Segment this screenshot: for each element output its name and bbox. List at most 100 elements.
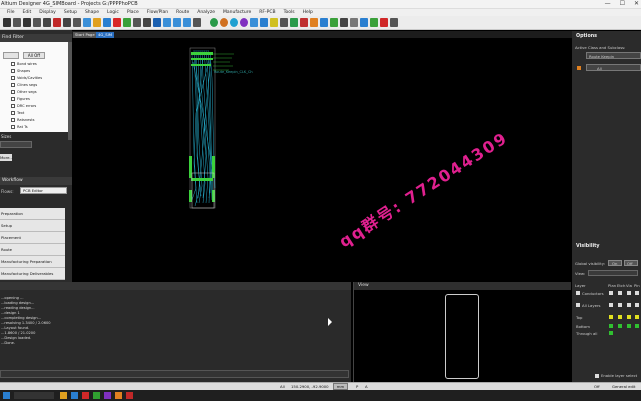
visibility-on-button[interactable]: On [608,260,622,266]
menu-manufacture[interactable]: Manufacture [223,9,251,16]
add-connect-icon[interactable] [83,18,91,27]
text-icon[interactable] [133,18,141,27]
new-icon[interactable] [3,18,11,27]
visibility-off-button[interactable]: Off [624,260,638,266]
checkbox-icon[interactable] [595,374,599,378]
layer-icon[interactable] [153,18,161,27]
workflow-step[interactable]: Placement [0,232,65,244]
class-dropdown[interactable]: Route Keepin [586,52,641,59]
filter-item[interactable]: Text [11,111,24,115]
report-icon[interactable] [340,18,348,27]
checkbox-icon[interactable] [11,69,15,73]
workflow-step[interactable]: Manufacturing Preparation [0,256,65,268]
close-icon[interactable]: ✕ [634,0,639,7]
copy-icon[interactable] [73,18,81,27]
menu-shape[interactable]: Shape [85,9,99,16]
through-swatch[interactable] [609,331,613,335]
checkbox-icon[interactable] [609,291,613,295]
status-a[interactable]: A [365,384,368,389]
visibility-icon[interactable] [230,18,238,27]
status-p[interactable]: P [356,384,358,389]
command-input[interactable] [0,370,349,378]
workflow-step[interactable]: Route [0,244,65,256]
filter-item[interactable]: Ratsnests [11,118,35,122]
bottom-etch-swatch[interactable] [618,324,622,328]
measure-icon[interactable] [270,18,278,27]
delete-icon[interactable] [53,18,61,27]
zoom-fit-icon[interactable] [183,18,191,27]
app-icon[interactable] [104,392,111,399]
zoom-world-icon[interactable] [193,18,201,27]
delay-tune-icon[interactable] [103,18,111,27]
filter-item[interactable]: Voids/Cavities [11,76,42,80]
subclass-color-swatch[interactable] [577,66,581,70]
artwork-icon[interactable] [360,18,368,27]
flows-dropdown[interactable]: PCB Editor [20,187,67,194]
maximize-icon[interactable]: ☐ [620,0,625,7]
checkbox-icon[interactable] [11,125,15,129]
undo-icon[interactable] [33,18,41,27]
menu-setup[interactable]: Setup [64,9,77,16]
grid-icon[interactable] [143,18,151,27]
top-etch-swatch[interactable] [618,315,622,319]
checkbox-icon[interactable] [11,76,15,80]
save-icon[interactable] [23,18,31,27]
status-off[interactable]: Off [594,384,600,389]
bottom-plan-swatch[interactable] [609,324,613,328]
minimize-icon[interactable]: — [605,0,611,7]
drc-icon[interactable] [113,18,121,27]
status-general-edit[interactable]: General edit [612,384,635,389]
via-icon[interactable] [320,18,328,27]
filter-item[interactable]: Figures [11,97,30,101]
subclass-dropdown[interactable]: All [586,64,641,71]
edge-icon[interactable] [71,392,78,399]
workflow-step[interactable]: Preparation [0,208,65,220]
sizes-dropdown[interactable] [0,141,32,148]
pcb-canvas[interactable]: Route_Keepin_CLK_Ch [72,38,572,282]
film-icon[interactable] [350,18,358,27]
move-icon[interactable] [63,18,71,27]
allegro-icon[interactable] [126,392,133,399]
filter-item[interactable]: DRC errors [11,104,36,108]
menu-file[interactable]: File [7,9,15,16]
net-icon[interactable] [290,18,298,27]
checkbox-icon[interactable] [576,303,580,307]
menu-display[interactable]: Display [39,9,56,16]
checkbox-icon[interactable] [627,291,631,295]
top-plan-swatch[interactable] [609,315,613,319]
redo-icon[interactable] [43,18,51,27]
property-icon[interactable] [280,18,288,27]
checkbox-icon[interactable] [635,291,639,295]
all-off-button[interactable]: All Off [23,52,45,59]
checkbox-icon[interactable] [11,97,15,101]
checkbox-icon[interactable] [11,83,15,87]
checkbox-icon[interactable] [11,118,15,122]
cline-icon[interactable] [330,18,338,27]
units-dropdown[interactable]: mm [333,383,348,390]
menu-rf-pcb[interactable]: RF-PCB [259,9,275,16]
filter-item[interactable]: Shapes [11,69,30,73]
shadow-icon[interactable] [220,18,228,27]
fanout-icon[interactable] [310,18,318,27]
route-icon[interactable] [300,18,308,27]
workflow-step[interactable]: Setup [0,220,65,232]
open-icon[interactable] [13,18,21,27]
menu-route[interactable]: Route [176,9,189,16]
place-icon[interactable] [260,18,268,27]
menu-edit[interactable]: Edit [23,9,32,16]
all-on-button[interactable] [3,52,19,59]
checkbox-icon[interactable] [576,291,580,295]
filter-item[interactable]: Other segs [11,90,37,94]
view-preview-outline[interactable] [445,294,479,379]
view-dropdown[interactable] [588,270,638,276]
checkbox-icon[interactable] [635,303,639,307]
shape-icon[interactable] [123,18,131,27]
top-pin-swatch[interactable] [635,315,639,319]
zoom-out-icon[interactable] [173,18,181,27]
workflow-step[interactable]: Manufacturing Deliverables [0,268,65,280]
zoom-in-icon[interactable] [163,18,171,27]
app-icon[interactable] [115,392,122,399]
search-box[interactable] [14,392,54,399]
explorer-icon[interactable] [60,392,67,399]
app-icon[interactable] [82,392,89,399]
